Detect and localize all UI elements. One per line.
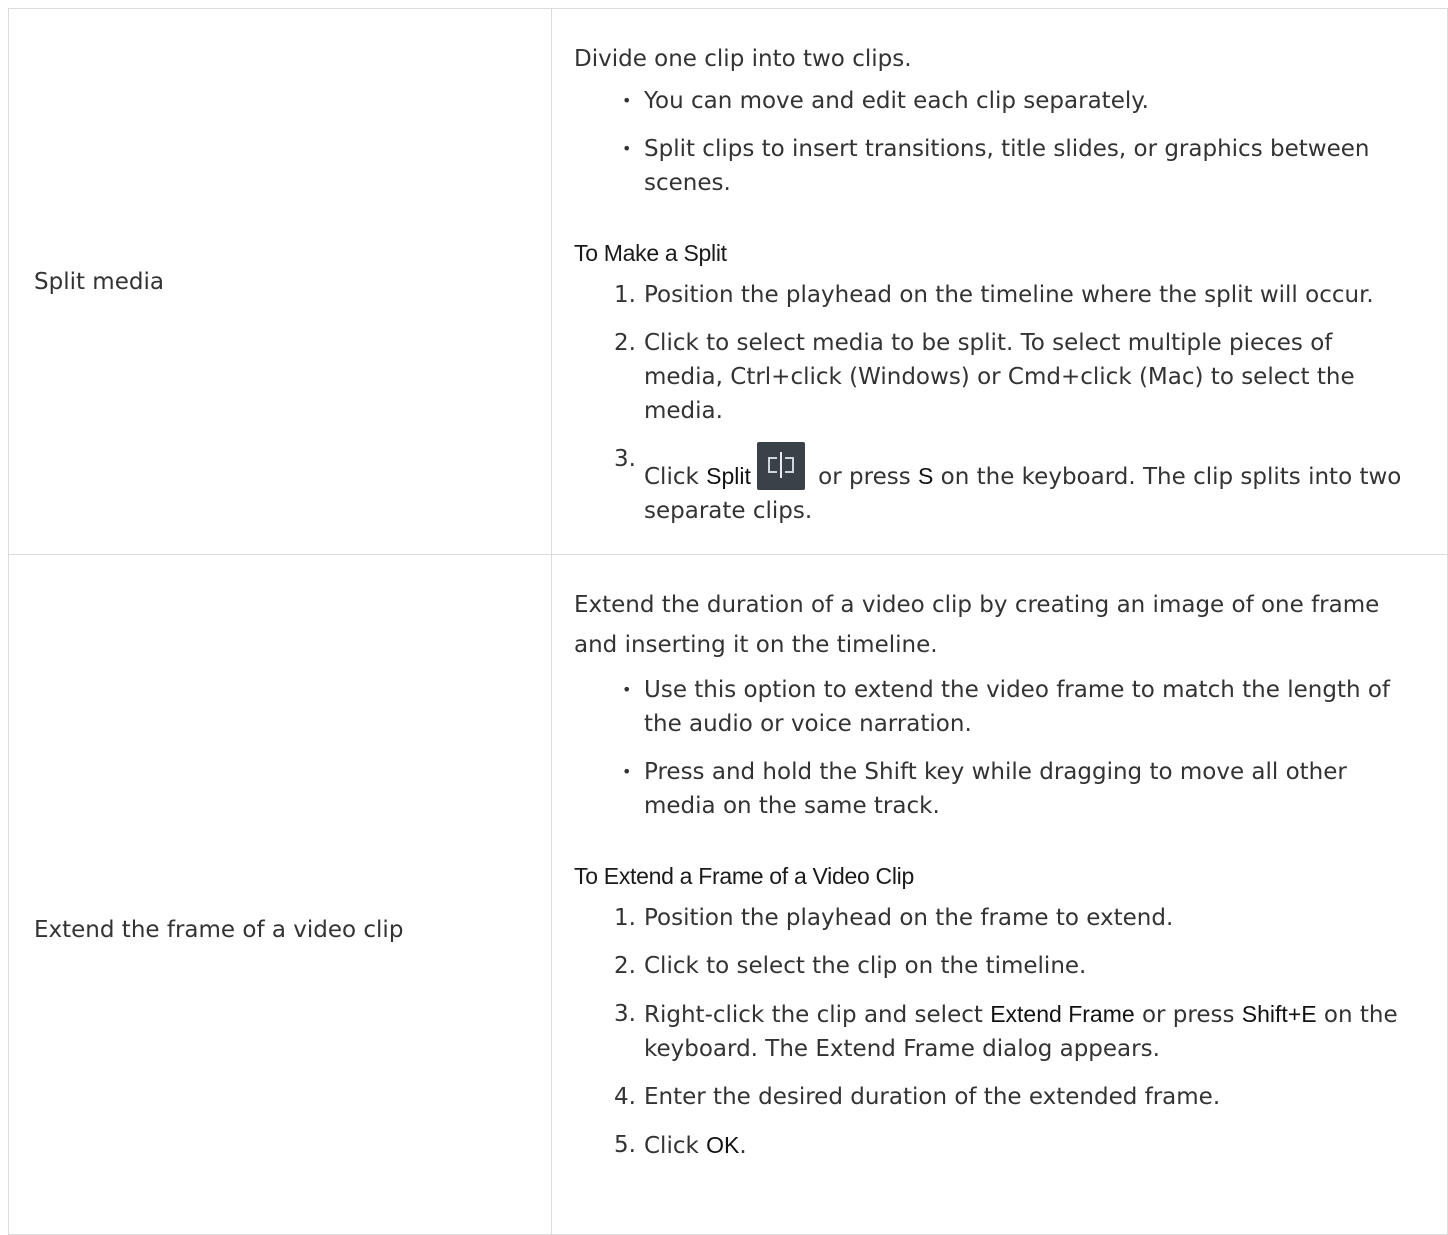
table-row: Split media Divide one clip into two cli… (8, 8, 1448, 555)
list-item: 3. Right-click the clip and select Extend… (614, 997, 1417, 1066)
step-text: Click to select media to be split. To se… (644, 329, 1355, 424)
list-item: 1. Position the playhead on the frame to … (614, 901, 1417, 935)
step-number: 1. (614, 905, 636, 931)
list-item: 2. Click to select media to be split. To … (614, 326, 1417, 428)
table-row: Extend the frame of a video clip Extend … (8, 554, 1448, 1235)
ui-term: Extend Frame (990, 1001, 1135, 1027)
step-number: 3. (614, 445, 636, 472)
description: Extend the duration of a video clip by c… (574, 592, 1380, 658)
list-item: 5. Click OK. (614, 1128, 1417, 1163)
list-item: 2. Click to select the clip on the timeli… (614, 949, 1417, 983)
list-item: 1. Position the playhead on the timeline … (614, 278, 1417, 312)
step-number: 1. (614, 281, 636, 308)
step-text: Click to select the clip on the timeline… (644, 953, 1087, 979)
step-number: 4. (614, 1084, 636, 1110)
step-text: Click (644, 1133, 707, 1159)
bullet-list: Use this option to extend the video fram… (574, 673, 1417, 823)
key-term: S (918, 462, 934, 489)
feature-table: Split media Divide one clip into two cli… (8, 8, 1448, 1235)
step-number: 2. (614, 329, 636, 356)
key-term: Shift+E (1241, 1001, 1317, 1027)
list-item: Press and hold the Shift key while dragg… (622, 755, 1417, 823)
split-icon (756, 441, 805, 490)
step-number: 3. (614, 1001, 636, 1027)
feature-name: Extend the frame of a video clip (8, 554, 552, 1235)
feature-detail: Extend the duration of a video clip by c… (551, 554, 1448, 1235)
description: Divide one clip into two clips. (574, 45, 912, 72)
step-text: Position the playhead on the frame to ex… (644, 905, 1174, 931)
ui-term: OK (706, 1132, 740, 1158)
feature-name: Split media (8, 8, 552, 555)
feature-detail: Divide one clip into two clips. You can … (551, 8, 1448, 555)
step-text: Right-click the clip and select (644, 1002, 991, 1028)
list-item: 4. Enter the desired duration of the exte… (614, 1080, 1417, 1114)
bullet-list: You can move and edit each clip separate… (574, 84, 1417, 200)
step-text: or press (1134, 1002, 1242, 1028)
step-number: 2. (614, 953, 636, 979)
step-list: 1. Position the playhead on the timeline … (574, 278, 1417, 528)
list-item: Split clips to insert transitions, title… (622, 132, 1417, 200)
step-text: Position the playhead on the timeline wh… (644, 281, 1374, 308)
list-item: Use this option to extend the video fram… (622, 673, 1417, 741)
step-text: Enter the desired duration of the extend… (644, 1084, 1221, 1110)
step-list: 1. Position the playhead on the frame to … (574, 901, 1417, 1163)
section-heading: To Extend a Frame of a Video Clip (574, 863, 914, 889)
step-text: or press (810, 463, 919, 490)
ui-term: Split (706, 462, 751, 489)
step-text: Click (644, 463, 707, 490)
section-heading: To Make a Split (574, 239, 727, 266)
list-item: You can move and edit each clip separate… (622, 84, 1417, 118)
list-item: 3. Click Split or press S on the keyboard… (614, 441, 1417, 528)
step-number: 5. (614, 1132, 636, 1158)
step-text: . (739, 1133, 747, 1159)
